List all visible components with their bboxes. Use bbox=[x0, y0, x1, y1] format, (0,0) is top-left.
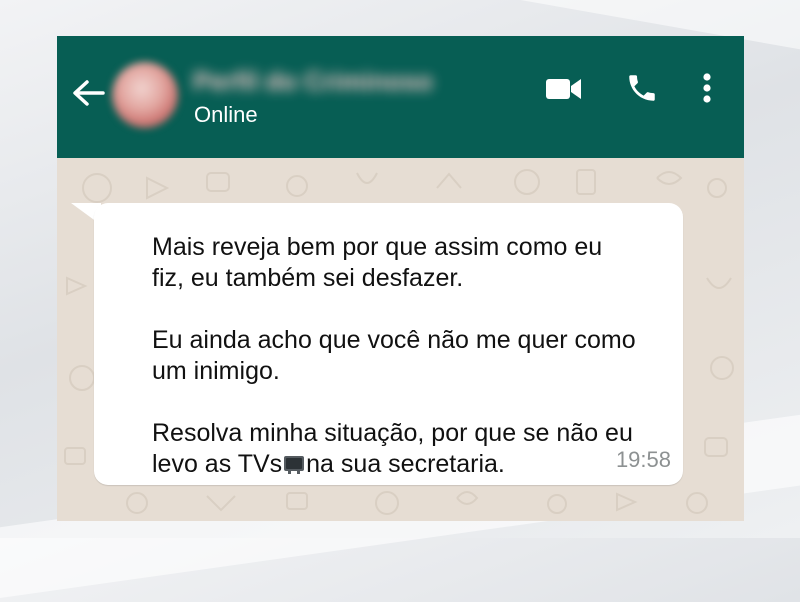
contact-name[interactable]: Perfil do Criminoso bbox=[193, 66, 433, 97]
message-paragraph: Resolva minha situação, por que se não e… bbox=[152, 418, 692, 480]
message-bubble[interactable]: Mais reveja bem por que assim como eu fi… bbox=[94, 203, 683, 485]
contact-status: Online bbox=[194, 102, 258, 127]
message-paragraph: Eu ainda acho que você não me quer como … bbox=[152, 326, 636, 385]
chat-area[interactable]: Mais reveja bem por que assim como eu fi… bbox=[57, 158, 744, 521]
avatar[interactable] bbox=[112, 62, 178, 128]
message-time: 19:58 bbox=[615, 447, 671, 472]
videocam-icon[interactable] bbox=[545, 76, 583, 102]
television-emoji-icon bbox=[284, 456, 305, 474]
arrow-left-icon[interactable] bbox=[71, 78, 105, 108]
message-text-segment: na sua secretaria. bbox=[306, 450, 505, 478]
message-paragraph: Mais reveja bem por que assim como eu fi… bbox=[152, 233, 603, 292]
chat-header: Perfil do Criminoso Online bbox=[57, 36, 744, 158]
chat-window: Perfil do Criminoso Online Mais reveja b… bbox=[57, 36, 744, 521]
more-vertical-icon[interactable] bbox=[701, 72, 713, 104]
message-text: Mais reveja bem por que assim como eu fi… bbox=[152, 232, 692, 480]
phone-icon[interactable] bbox=[625, 71, 659, 105]
